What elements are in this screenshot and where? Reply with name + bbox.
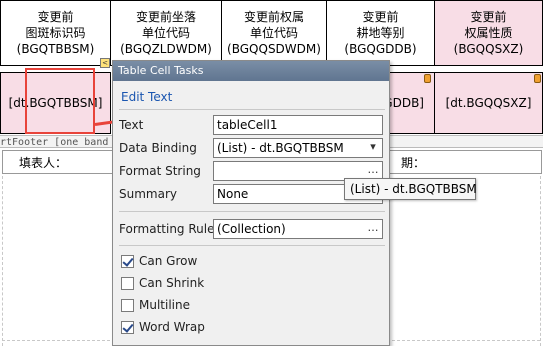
- date-label[interactable]: 期：: [401, 155, 425, 171]
- can-grow-checkbox[interactable]: Can Grow: [121, 253, 197, 269]
- header-cell-line2: 单位代码: [141, 26, 190, 40]
- format-string-label: Format String: [119, 164, 201, 178]
- header-cell-line2: 耕地等别: [356, 26, 405, 40]
- highlight-box: [25, 68, 95, 134]
- data-binding-label: Data Binding: [119, 141, 197, 155]
- header-cell-line1: 变更前: [362, 10, 399, 24]
- summary-value: None: [217, 187, 249, 201]
- can-shrink-checkbox[interactable]: Can Shrink: [121, 275, 204, 291]
- formatting-rules-value: (Collection): [217, 222, 286, 236]
- header-cell-bgqzldwdm[interactable]: 变更前坐落 单位代码 (BGQZLDWDM): [110, 0, 222, 66]
- checkbox-icon[interactable]: [121, 320, 134, 334]
- data-cell-bgqqsxz[interactable]: [dt.BGQQSXZ]: [434, 72, 543, 134]
- header-cell-line2: 图斑标识码: [25, 26, 86, 40]
- formatting-rules-label: Formatting Rules: [119, 222, 221, 236]
- header-cell-line3: (BGQTBBSM): [16, 42, 95, 56]
- word-wrap-checkbox[interactable]: Word Wrap: [121, 319, 205, 335]
- word-wrap-label: Word Wrap: [139, 320, 205, 334]
- header-cell-bgqtbbsm[interactable]: 变更前 图斑标识码 (BGQTBBSM): [0, 0, 111, 66]
- header-cell-line2: 单位代码: [249, 26, 298, 40]
- header-cell-line3: (BGQZLDWDM): [120, 42, 212, 56]
- text-field[interactable]: tableCell1: [213, 115, 383, 135]
- can-grow-label: Can Grow: [139, 254, 198, 268]
- edit-text-link[interactable]: Edit Text: [121, 89, 172, 105]
- summary-label: Summary: [119, 187, 177, 201]
- header-cell-line1: 变更前权属: [243, 10, 304, 24]
- checkbox-icon[interactable]: [121, 298, 134, 312]
- ellipsis-icon[interactable]: …: [364, 220, 382, 238]
- cell-handle-icon[interactable]: [534, 74, 541, 83]
- header-cell-line3: (BGQGDDB): [344, 42, 417, 56]
- multiline-label: Multiline: [139, 298, 190, 312]
- header-cell-bgqqsxz[interactable]: 变更前 权属性质 (BGQQSXZ): [434, 0, 543, 66]
- text-field-value: tableCell1: [217, 118, 278, 132]
- grid-line: [2, 176, 3, 346]
- data-binding-select[interactable]: (List) - dt.BGQTBBSM ▾: [213, 138, 383, 158]
- data-cell-text: [dt.BGQQSXZ]: [445, 96, 532, 110]
- divider: [119, 211, 385, 212]
- table-cell-tasks-panel: Table Cell Tasks Edit Text Text tableCel…: [112, 60, 390, 346]
- divider: [119, 245, 385, 246]
- formatting-rules-field[interactable]: (Collection) …: [213, 219, 383, 239]
- panel-title: Table Cell Tasks: [113, 61, 389, 81]
- cell-handle-icon[interactable]: [424, 74, 431, 83]
- header-cell-bgqgddb[interactable]: 变更前 耕地等别 (BGQGDDB): [326, 0, 435, 66]
- filler-label[interactable]: 填表人：: [19, 155, 67, 171]
- grid-line: [540, 176, 541, 346]
- header-cell-line3: (BGQQSDWDM): [227, 42, 321, 56]
- header-cell-line1: 变更前坐落: [135, 10, 196, 24]
- text-label: Text: [119, 118, 144, 132]
- data-binding-value: (List) - dt.BGQTBBSM: [217, 141, 344, 155]
- dropdown-arrow-icon[interactable]: ▾: [364, 139, 382, 157]
- header-cell-line1: 变更前: [470, 10, 507, 24]
- header-cell-bgqqsdwdm[interactable]: 变更前权属 单位代码 (BGQQSDWDM): [221, 0, 327, 66]
- multiline-checkbox[interactable]: Multiline: [121, 297, 190, 313]
- header-cell-line2: 权属性质: [464, 26, 513, 40]
- checkbox-icon[interactable]: [121, 254, 134, 268]
- band-label[interactable]: rtFooter [one band: [0, 135, 130, 148]
- can-shrink-label: Can Shrink: [139, 276, 205, 290]
- header-cell-line3: (BGQQSXZ): [453, 42, 524, 56]
- checkbox-icon[interactable]: [121, 276, 134, 290]
- header-cell-line1: 变更前: [37, 10, 74, 24]
- divider: [119, 109, 385, 110]
- smart-tag-icon[interactable]: <: [100, 58, 110, 68]
- data-binding-tooltip: (List) - dt.BGQTBBSM: [344, 178, 477, 200]
